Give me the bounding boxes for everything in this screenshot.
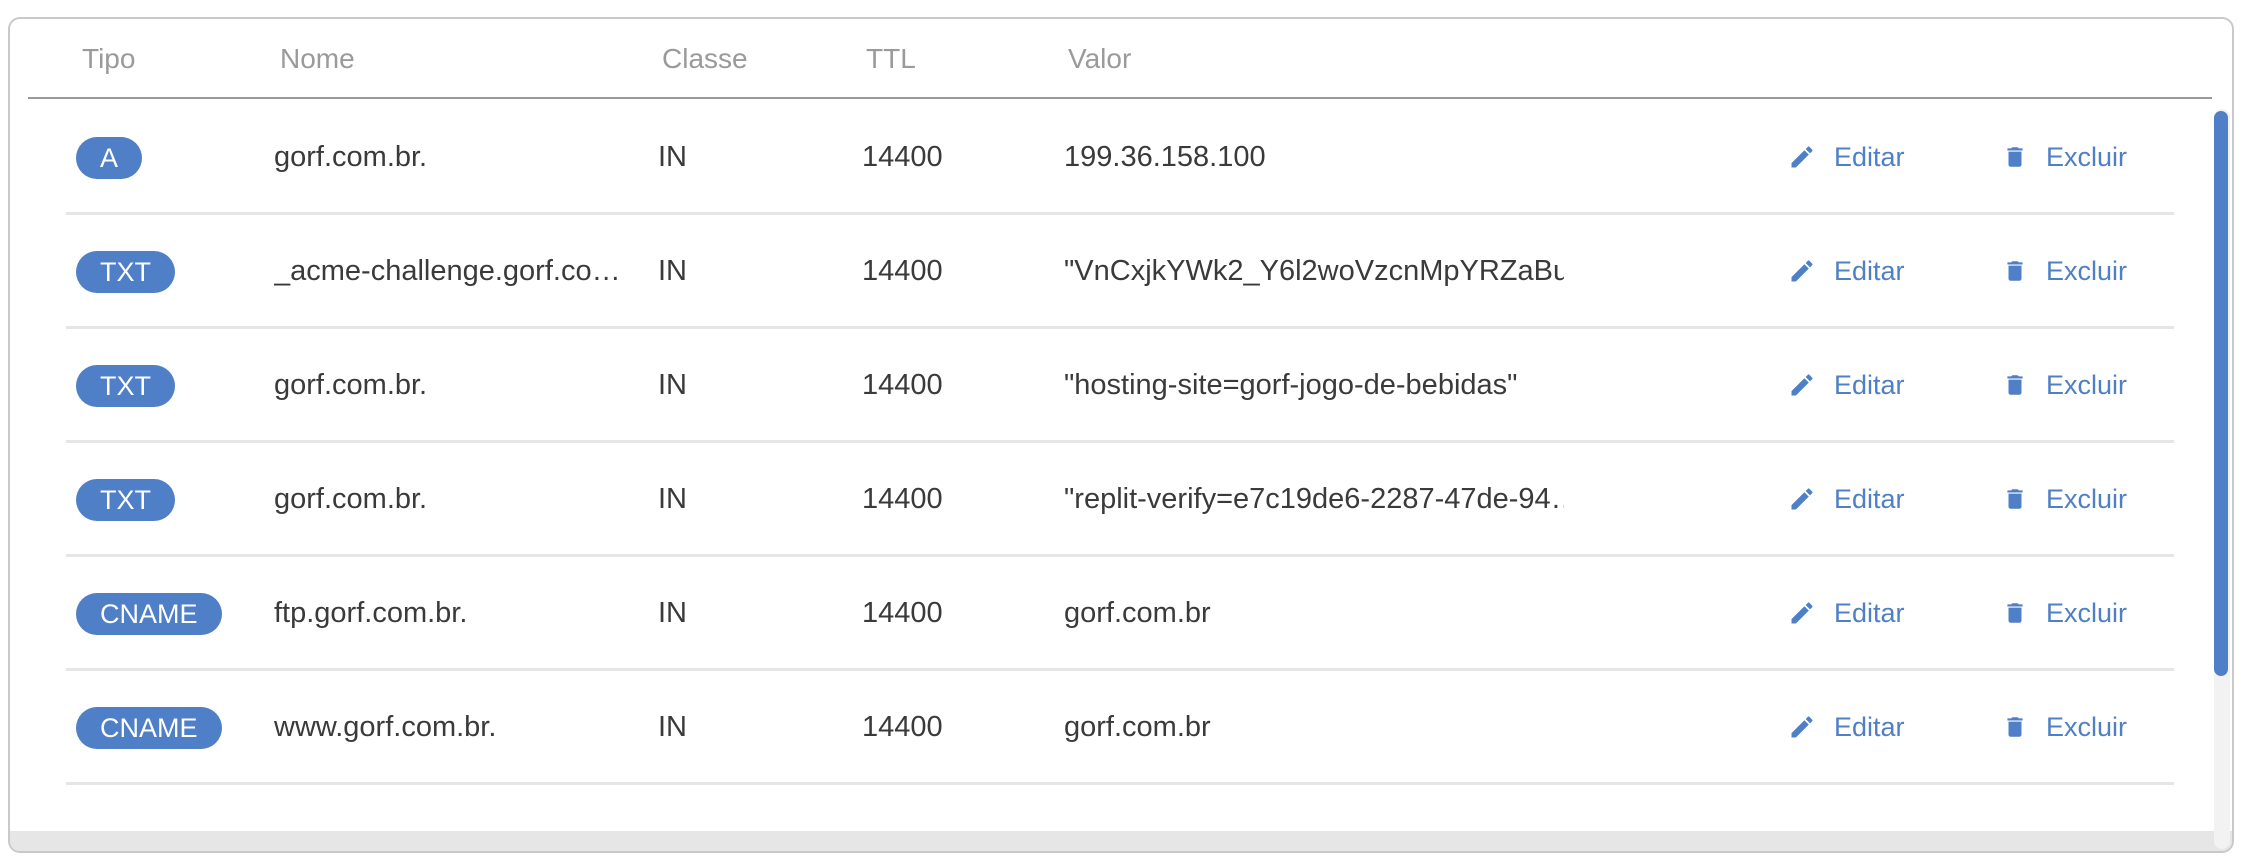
trash-icon: [2007, 489, 2023, 509]
record-name: gorf.com.br.: [274, 141, 428, 173]
pencil-icon: [1791, 260, 1813, 282]
pencil-icon: [1791, 146, 1813, 168]
record-name: www.gorf.com.br.: [274, 711, 497, 743]
record-ttl: 14400: [862, 141, 943, 173]
table-row: TXT _acme-challenge.gorf.co… IN 14400 "V…: [66, 215, 2174, 329]
trash-icon: [2007, 375, 2023, 395]
trash-icon: [2007, 261, 2023, 281]
delete-label: Excluir: [2046, 483, 2128, 514]
record-ttl: 14400: [862, 483, 943, 515]
record-value: gorf.com.br: [1064, 711, 1211, 743]
record-name: ftp.gorf.com.br.: [274, 597, 468, 629]
edit-label: Editar: [1834, 369, 1905, 400]
table-row: TXT gorf.com.br. IN 14400 "replit-verify…: [66, 443, 2174, 557]
delete-label: Excluir: [2046, 255, 2128, 286]
delete-button[interactable]: Excluir: [2002, 593, 2127, 633]
record-value: "hosting-site=gorf-jogo-de-bebidas": [1064, 369, 1518, 401]
edit-label: Editar: [1834, 141, 1905, 172]
delete-button[interactable]: Excluir: [2002, 707, 2127, 747]
record-type-badge: CNAME: [76, 707, 222, 749]
pencil-icon: [1791, 374, 1813, 396]
record-type-badge: CNAME: [76, 593, 222, 635]
trash-icon: [2007, 147, 2023, 167]
record-class: IN: [658, 711, 687, 743]
records-table-body: A gorf.com.br. IN 14400 199.36.158.100 E…: [66, 101, 2174, 785]
column-header-tipo: Tipo: [82, 43, 136, 74]
delete-label: Excluir: [2046, 597, 2128, 628]
record-type-badge: A: [76, 137, 143, 179]
column-header-ttl: TTL: [866, 43, 916, 74]
delete-label: Excluir: [2046, 141, 2128, 172]
delete-label: Excluir: [2046, 369, 2128, 400]
scrollbar-thumb[interactable]: [2214, 111, 2228, 676]
edit-label: Editar: [1834, 597, 1905, 628]
record-name: _acme-challenge.gorf.co…: [274, 255, 621, 287]
table-row: CNAME www.gorf.com.br. IN 14400 gorf.com…: [66, 671, 2174, 785]
edit-button[interactable]: Editar: [1788, 593, 1905, 633]
record-class: IN: [658, 255, 687, 287]
record-class: IN: [658, 597, 687, 629]
trash-icon: [2007, 717, 2023, 737]
column-header-classe: Classe: [662, 43, 748, 74]
pencil-icon: [1791, 602, 1813, 624]
record-value: "VnCxjkYWk2_Y6l2woVzcnMpYRZaBu…: [1064, 255, 1564, 287]
record-name: gorf.com.br.: [274, 369, 428, 401]
record-class: IN: [658, 141, 687, 173]
edit-label: Editar: [1834, 711, 1905, 742]
delete-button[interactable]: Excluir: [2002, 365, 2127, 405]
delete-label: Excluir: [2046, 711, 2128, 742]
table-row: A gorf.com.br. IN 14400 199.36.158.100 E…: [66, 101, 2174, 215]
edit-label: Editar: [1834, 255, 1905, 286]
edit-button[interactable]: Editar: [1788, 365, 1905, 405]
record-type-badge: TXT: [76, 479, 175, 521]
trash-icon: [2007, 603, 2023, 623]
table-header: Tipo Nome Classe TTL Valor: [28, 19, 2212, 99]
partial-next-row: [10, 831, 2232, 851]
record-class: IN: [658, 369, 687, 401]
record-type-badge: TXT: [76, 365, 175, 407]
pencil-icon: [1791, 488, 1813, 510]
record-class: IN: [658, 483, 687, 515]
record-ttl: 14400: [862, 255, 943, 287]
table-row: TXT gorf.com.br. IN 14400 "hosting-site=…: [66, 329, 2174, 443]
column-header-valor: Valor: [1068, 43, 1132, 74]
table-row: CNAME ftp.gorf.com.br. IN 14400 gorf.com…: [66, 557, 2174, 671]
edit-button[interactable]: Editar: [1788, 137, 1905, 177]
column-header-nome: Nome: [280, 43, 355, 74]
edit-button[interactable]: Editar: [1788, 251, 1905, 291]
record-value: "replit-verify=e7c19de6-2287-47de-94…: [1064, 483, 1564, 515]
edit-button[interactable]: Editar: [1788, 479, 1905, 519]
record-value: 199.36.158.100: [1064, 141, 1266, 173]
record-ttl: 14400: [862, 369, 943, 401]
delete-button[interactable]: Excluir: [2002, 479, 2127, 519]
delete-button[interactable]: Excluir: [2002, 251, 2127, 291]
dns-records-panel: Tipo Nome Classe TTL Valor A gorf.com.br…: [8, 17, 2234, 853]
record-value: gorf.com.br: [1064, 597, 1211, 629]
record-ttl: 14400: [862, 711, 943, 743]
edit-label: Editar: [1834, 483, 1905, 514]
record-type-badge: TXT: [76, 251, 175, 293]
record-ttl: 14400: [862, 597, 943, 629]
delete-button[interactable]: Excluir: [2002, 137, 2127, 177]
record-name: gorf.com.br.: [274, 483, 428, 515]
edit-button[interactable]: Editar: [1788, 707, 1905, 747]
pencil-icon: [1791, 716, 1813, 738]
